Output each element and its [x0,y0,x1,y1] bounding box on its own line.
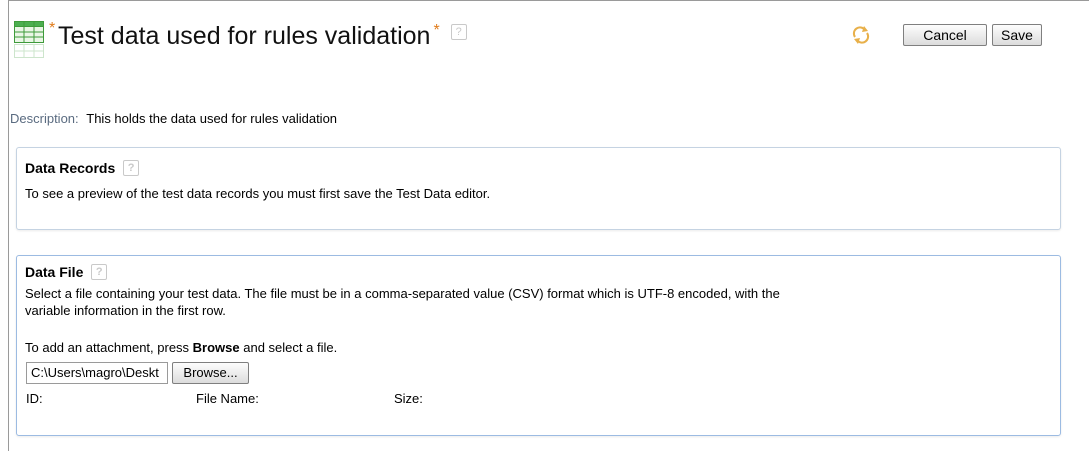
description-label: Description: [10,111,79,126]
data-records-title: Data Records ? [25,160,140,176]
browse-button[interactable]: Browse... [172,362,249,384]
help-icon[interactable]: ? [123,160,140,176]
data-file-panel: Data File ? Select a file containing you… [16,255,1061,436]
data-file-title: Data File ? [25,264,108,280]
file-path-input[interactable]: C:\Users\magro\Deskt [26,362,168,384]
sync-icon[interactable] [851,25,871,45]
id-label: ID: [26,391,43,406]
data-file-instructions-1: Select a file containing your test data.… [25,286,780,301]
data-file-title-text: Data File [25,264,84,280]
file-name-label: File Name: [196,391,259,406]
help-icon[interactable]: ? [450,24,467,40]
page-title: Test data used for rules validation * ? [58,22,467,51]
attach-instructions: To add an attachment, press Browse and s… [25,340,337,355]
required-marker: * [49,20,56,37]
data-file-instructions-2: variable information in the first row. [25,303,226,318]
description-value: This holds the data used for rules valid… [86,111,338,126]
data-records-panel: Data Records ? To see a preview of the t… [16,147,1061,230]
help-icon[interactable]: ? [91,264,108,280]
description-row: Description: This holds the data used fo… [10,111,337,126]
attach-prefix: To add an attachment, press [25,340,193,355]
page-title-text: Test data used for rules validation [58,22,431,50]
table-icon [14,21,44,58]
data-records-message: To see a preview of the test data record… [25,186,491,201]
attach-browse-word: Browse [192,340,240,355]
title-required-marker: * [433,22,440,39]
attach-suffix: and select a file. [239,340,338,355]
save-button[interactable]: Save [992,24,1042,46]
cancel-button[interactable]: Cancel [903,24,987,46]
data-records-title-text: Data Records [25,160,116,176]
size-label: Size: [394,391,423,406]
